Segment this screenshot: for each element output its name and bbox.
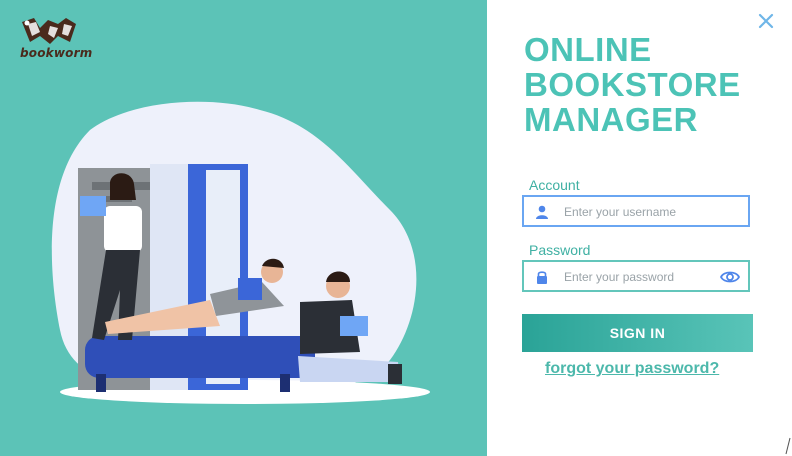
reading-illustration (51, 101, 430, 404)
hero-panel: bookworm (0, 0, 487, 456)
close-icon[interactable] (755, 10, 777, 32)
password-label: Password (529, 242, 591, 258)
user-icon (536, 205, 548, 219)
lock-icon (537, 271, 547, 284)
password-input[interactable] (564, 270, 724, 284)
sign-in-button[interactable]: SIGN IN (522, 314, 753, 352)
app-title: ONLINE BOOKSTORE MANAGER (524, 32, 764, 137)
title-line-3: MANAGER (524, 101, 698, 138)
eye-icon[interactable] (720, 268, 740, 286)
forgot-password-link[interactable]: forgot your password? (545, 360, 719, 378)
logo-wordmark: bookworm (20, 46, 93, 60)
username-field[interactable] (522, 195, 750, 227)
title-line-1: ONLINE (524, 31, 652, 68)
resize-grip-icon[interactable] (785, 437, 791, 455)
login-panel: ONLINE BOOKSTORE MANAGER Account Passwor… (487, 0, 792, 456)
title-line-2: BOOKSTORE (524, 66, 741, 103)
password-field[interactable] (522, 260, 750, 292)
username-input[interactable] (564, 205, 724, 219)
account-label: Account (529, 177, 580, 193)
